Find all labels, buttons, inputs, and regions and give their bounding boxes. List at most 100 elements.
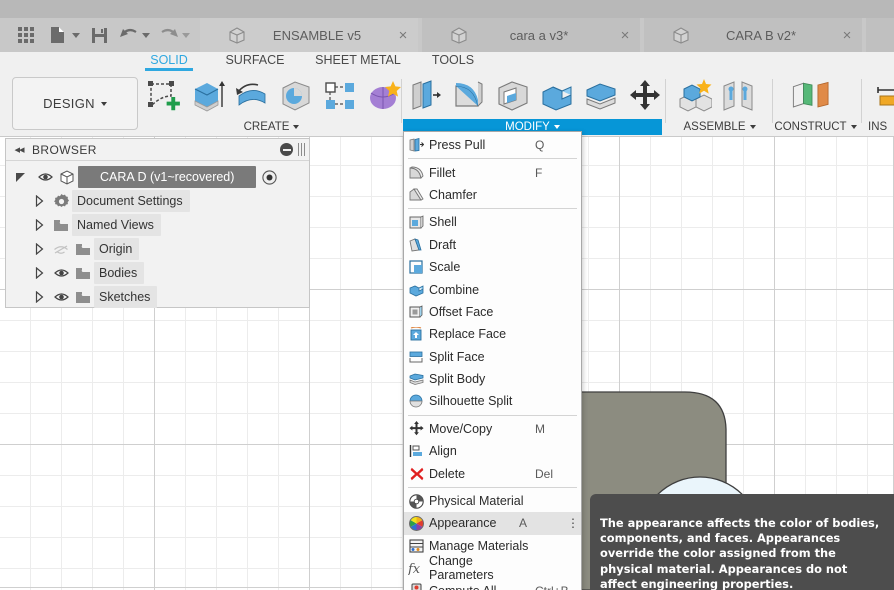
offset-face-icon [404,305,429,319]
press-pull-button[interactable] [403,74,447,118]
doc-tab-1[interactable]: cara a v3* × [422,18,640,52]
doc-tab-0[interactable]: ENSAMBLE v5 × [200,18,418,52]
construct-plane-button[interactable] [790,74,834,118]
menu-item-change-parameters[interactable]: fx Change Parameters [404,554,581,582]
undo-dropdown-caret-icon[interactable] [138,18,154,52]
browser-item-sketches[interactable]: Sketches [6,285,309,309]
joint-button[interactable] [716,74,760,118]
browser-item-bodies[interactable]: Bodies [6,261,309,285]
menu-item-shortcut: Del [535,466,554,481]
menu-separator [408,486,577,488]
tab-surface[interactable]: SURFACE [215,52,295,71]
fillet-button[interactable] [447,74,491,118]
browser-item-named-views[interactable]: Named Views [6,213,309,237]
move-copy-button[interactable] [623,74,667,118]
menu-item-label: Press Pull [429,138,486,153]
extrude-button[interactable] [186,74,230,118]
doc-tab-2[interactable]: CARA B v2* × [644,18,862,52]
panel-construct-label-wrap[interactable]: CONSTRUCT [774,119,857,135]
expand-arrow-icon[interactable] [28,195,50,207]
menu-item-press-pull[interactable]: Press Pull Q [404,134,581,156]
expand-arrow-icon[interactable] [28,267,50,279]
folder-icon [50,219,72,232]
visibility-eye-off-icon[interactable] [50,244,72,255]
menu-item-move-copy[interactable]: Move/Copy M [404,418,581,440]
panel-create-label-wrap[interactable]: CREATE [142,119,401,135]
browser-item-origin[interactable]: Origin [6,237,309,261]
menu-item-fillet[interactable]: Fillet F [404,161,581,183]
expand-triangle-icon[interactable] [15,172,25,182]
shell-button[interactable] [491,74,535,118]
visibility-eye-icon[interactable] [50,268,72,278]
sweep-button[interactable] [274,74,318,118]
redo-dropdown-caret-icon[interactable] [178,18,194,52]
expand-arrow-icon[interactable] [28,219,50,231]
folder-icon [72,267,94,280]
collapse-all-icon[interactable] [280,143,293,156]
menu-item-combine[interactable]: Combine [404,278,581,300]
panel-divider [665,79,666,123]
replace-face-icon [404,327,429,341]
menu-item-physical-material[interactable]: Physical Material [404,490,581,512]
collapse-browser-icon[interactable]: ◂◂ [6,143,32,156]
menu-item-offset-face[interactable]: Offset Face [404,301,581,323]
menu-item-split-body[interactable]: Split Body [404,368,581,390]
file-icon[interactable] [44,18,70,52]
fillet-icon [404,166,429,180]
doc-tab-new[interactable] [866,18,894,52]
doc-tab-close-2[interactable]: × [832,27,862,44]
menu-item-label: Shell [429,215,457,230]
menu-item-label: Offset Face [429,304,494,319]
file-dropdown-caret-icon[interactable] [68,18,84,52]
doc-tab-close-1[interactable]: × [610,27,640,44]
menu-separator [408,414,577,416]
browser-item-document-settings[interactable]: Document Settings [6,189,309,213]
create-form-button[interactable] [362,74,406,118]
menu-item-shell[interactable]: Shell [404,211,581,233]
scale-icon [404,260,429,274]
new-component-button[interactable] [672,74,716,118]
workspace-label: DESIGN [43,96,95,111]
revolve-button[interactable] [230,74,274,118]
menu-item-label: Move/Copy [429,421,493,436]
active-component-icon[interactable] [258,169,280,185]
menu-item-chamfer[interactable]: Chamfer [404,184,581,206]
save-icon[interactable] [86,18,112,52]
panel-assemble-label-wrap[interactable]: ASSEMBLE [668,119,771,135]
doc-tab-close-0[interactable]: × [388,27,418,44]
split-body-button[interactable] [579,74,623,118]
browser-item-label: Bodies [94,262,145,284]
panel-inspect-label-wrap[interactable]: INS [864,119,894,135]
expand-arrow-icon[interactable] [28,243,50,255]
browser-root-row[interactable]: CARA D (v1~recovered) [6,165,309,189]
expand-arrow-icon[interactable] [28,291,50,303]
menu-item-draft[interactable]: Draft [404,234,581,256]
visibility-eye-icon[interactable] [34,172,56,182]
menu-item-appearance[interactable]: Appearance A ⋮ [404,512,581,535]
chevron-down-icon [850,125,857,129]
menu-item-scale[interactable]: Scale [404,256,581,278]
combine-button[interactable] [535,74,579,118]
pattern-button[interactable] [318,74,362,118]
chamfer-icon [404,188,429,202]
menu-item-silhouette-split[interactable]: Silhouette Split [404,390,581,412]
combine-icon [404,283,429,297]
menu-item-replace-face[interactable]: Replace Face [404,323,581,345]
tab-sheet-metal[interactable]: SHEET METAL [308,52,408,71]
menu-item-delete[interactable]: Delete Del [404,462,581,484]
menu-item-split-face[interactable]: Split Face [404,346,581,368]
tab-solid[interactable]: SOLID [139,52,199,71]
menu-item-compute-all[interactable]: Compute All Ctrl+B [404,579,581,590]
menu-item-overflow-icon[interactable]: ⋮ [565,517,581,529]
panel-resize-grip[interactable] [298,143,305,156]
doc-tab-title-2: CARA B v2* [725,27,797,43]
app-grid-icon[interactable] [8,18,44,52]
workspace-switcher-button[interactable]: DESIGN [12,77,138,130]
visibility-eye-icon[interactable] [50,292,72,302]
create-sketch-button[interactable] [142,74,186,118]
measure-button[interactable] [868,74,894,118]
menu-item-align[interactable]: Align [404,440,581,462]
tooltip-paragraph-1: The appearance affects the color of bodi… [600,516,880,590]
ribbon-panel-bar: DESIGN CREATE MODIFY ASSEMBLE CONSTRUCT … [0,71,894,137]
tab-tools[interactable]: TOOLS [423,52,483,71]
